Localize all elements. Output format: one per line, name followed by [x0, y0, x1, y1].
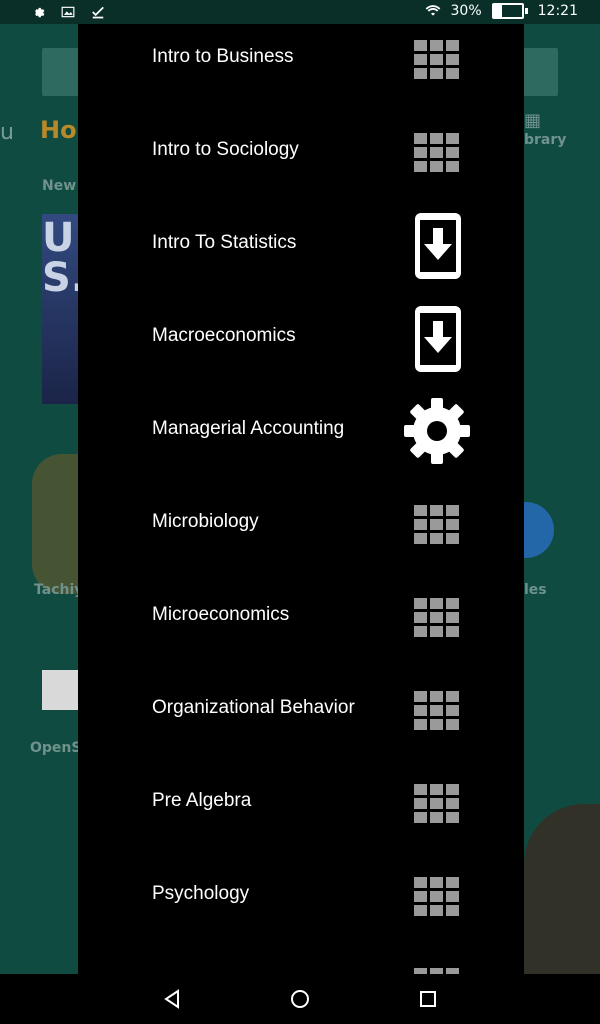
grid-icon[interactable]	[414, 594, 460, 640]
image-icon	[60, 4, 76, 20]
list-item-label: Macroeconomics	[152, 325, 296, 346]
list-item[interactable]: Macroeconomics	[78, 303, 524, 396]
list-item-label: Managerial Accounting	[152, 418, 345, 439]
background-book-cover: U. S.	[42, 214, 90, 404]
book-list-drawer: Intro to Business Intro to Sociology Int…	[78, 24, 524, 974]
grid-icon[interactable]	[414, 129, 460, 175]
grid-icon[interactable]	[414, 964, 460, 974]
background-left-partial: u	[0, 120, 14, 145]
list-item[interactable]: Psychology	[78, 861, 524, 954]
list-item-label: Intro to Business	[152, 46, 294, 67]
list-item[interactable]: Intro To Statistics	[78, 210, 524, 303]
library-grid-icon: ▦	[524, 110, 542, 131]
list-item-label: Microeconomics	[152, 604, 290, 625]
grid-icon[interactable]	[414, 780, 460, 826]
navigation-bar	[0, 974, 600, 1024]
battery-icon	[491, 3, 528, 19]
list-item-label: Organizational Behavior	[152, 697, 355, 718]
back-icon[interactable]	[159, 986, 185, 1012]
list-item-label: Intro To Statistics	[152, 232, 297, 253]
download-icon[interactable]	[414, 306, 461, 372]
grid-icon[interactable]	[414, 687, 460, 733]
list-item-label: Microbiology	[152, 511, 259, 532]
list-item[interactable]: Microbiology	[78, 489, 524, 582]
status-icons-left	[30, 4, 106, 20]
background-tile-art-right	[524, 502, 554, 558]
grid-icon[interactable]	[414, 873, 460, 919]
settings-icon	[30, 4, 46, 20]
background-tile-label-1: Tachiy	[34, 582, 84, 598]
status-bar: 30% 12:21	[0, 0, 600, 24]
background-new-label: New	[42, 178, 77, 194]
list-item[interactable]: Managerial Accounting	[78, 396, 524, 489]
gear-icon[interactable]	[404, 398, 470, 464]
background-home-heading: Ho	[40, 116, 77, 144]
grid-icon[interactable]	[414, 36, 460, 82]
list-item-label: Psychology	[152, 883, 250, 904]
background-tile-label-2: les	[524, 582, 547, 598]
clock: 12:21	[537, 3, 578, 19]
grid-icon[interactable]	[414, 501, 460, 547]
status-icons-right: 30% 12:21	[425, 3, 578, 19]
background-library-label: brary	[524, 132, 567, 148]
background-tile-label-3: OpenS	[30, 740, 82, 756]
list-item[interactable]: Organizational Behavior	[78, 675, 524, 768]
check-download-icon	[90, 4, 106, 20]
list-item[interactable]: Pre Algebra	[78, 768, 524, 861]
list-item[interactable]: Intro to Sociology	[78, 117, 524, 210]
home-icon[interactable]	[287, 986, 313, 1012]
recents-icon[interactable]	[415, 986, 441, 1012]
battery-percent: 30%	[450, 3, 482, 19]
download-icon[interactable]	[414, 213, 461, 279]
wifi-icon	[425, 3, 441, 19]
list-item-label: Pre Algebra	[152, 790, 252, 811]
background-tile-art	[32, 454, 78, 594]
background-logo	[42, 670, 78, 710]
list-item-label: Intro to Sociology	[152, 139, 299, 160]
list-item[interactable]: Microeconomics	[78, 582, 524, 675]
list-item[interactable]: Intro to Business	[78, 24, 524, 117]
background-decoration	[524, 804, 600, 994]
list-item[interactable]	[78, 954, 524, 974]
